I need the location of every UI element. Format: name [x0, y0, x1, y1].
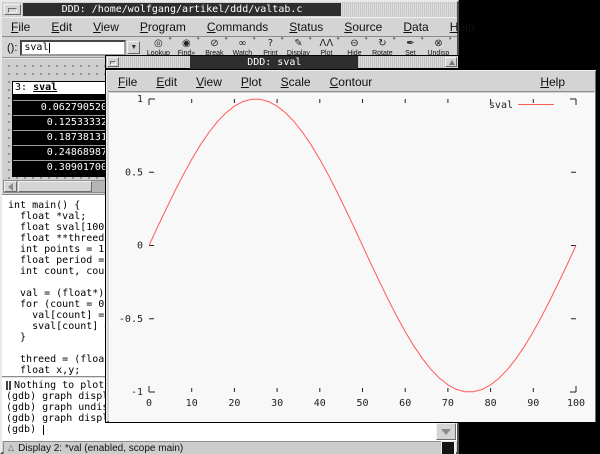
menu-item-source[interactable]: Source	[344, 20, 382, 34]
display-3-sval[interactable]: 3: sval 0.06279052050.1253333230.1873813…	[12, 81, 116, 177]
menu-item-plot[interactable]: Plot	[241, 75, 262, 89]
sine-plot: 0 10 20 30 40 50 60 70 80 90 100 -1 -0.5 0 0.5 1 sval	[109, 93, 595, 422]
menu-item-data[interactable]: Data	[403, 20, 428, 34]
titlebar-fill	[359, 57, 444, 67]
plot-window-menu-button[interactable]	[107, 57, 119, 67]
display-value-row: 0.0627905205	[13, 101, 115, 116]
maximize-button[interactable]	[445, 57, 457, 67]
plot-window-body: FileEditViewPlotScaleContourHelp 0102030…	[105, 69, 597, 423]
menu-item-commands[interactable]: Commands	[207, 20, 268, 34]
find-icon: ◉	[182, 38, 191, 50]
display-icon: ✎	[294, 38, 302, 50]
argument-label: ():	[7, 42, 17, 54]
menu-item-edit[interactable]: Edit	[156, 75, 177, 89]
menu-item-view[interactable]: View	[196, 75, 222, 89]
tick-label: 0	[146, 398, 152, 409]
display-name: sval	[33, 82, 57, 93]
plot-menubar: File Edit View Plot Scale Contour Help	[108, 72, 594, 92]
plot-titlebar[interactable]: DDD: sval	[105, 55, 459, 69]
menu-item-help[interactable]: Help	[450, 20, 475, 34]
window-menu-button[interactable]	[4, 4, 21, 15]
titlebar-fill	[343, 3, 455, 16]
status-text: Display 2: *val (enabled, scope main)	[18, 443, 183, 454]
menu-item-contour[interactable]: Contour	[330, 75, 373, 89]
warning-marker-icon	[6, 381, 11, 390]
legend-label: sval	[489, 100, 513, 111]
plot-window-title: DDD: sval	[190, 56, 358, 69]
tick-label: 70	[442, 398, 454, 409]
tick-label: 10	[186, 398, 198, 409]
main-menubar: File Edit View Program Commands Status Source D…	[2, 17, 457, 37]
tick-label: 0	[137, 241, 143, 252]
argument-field[interactable]: sval	[20, 40, 126, 56]
titlebar-fill	[120, 57, 189, 67]
console-line: (gdb)	[6, 424, 457, 435]
menu-item-scale[interactable]: Scale	[281, 75, 311, 89]
menu-item-status[interactable]: Status	[289, 20, 323, 34]
display-value-row: 0.248689875	[13, 146, 115, 161]
tick-label: 20	[228, 398, 240, 409]
hide-icon: ⊖	[350, 38, 358, 50]
text-caret	[49, 43, 50, 53]
print-icon: ?	[268, 38, 273, 50]
menu-item-file[interactable]: File	[11, 20, 30, 34]
display-header[interactable]: 3: sval	[13, 82, 115, 95]
display-id: 3:	[15, 82, 27, 93]
argument-value: sval	[24, 42, 48, 53]
horizontal-scroll-thumb[interactable]	[18, 181, 92, 192]
main-window-title: DDD: /home/wolfgang/artikel/ddd/valtab.c	[23, 3, 341, 16]
watch-icon: ∞	[238, 38, 246, 50]
plot-window: DDD: sval File Edit View Plot Scale Contour He…	[105, 55, 597, 423]
menu-item-program[interactable]: Program	[140, 20, 186, 34]
set-icon: ✒	[406, 38, 414, 50]
tick-label: 1	[137, 94, 143, 105]
tick-label: 80	[485, 398, 497, 409]
argument-dropdown-button[interactable]: ▼	[127, 41, 140, 54]
plot-icon: ΛΛ	[320, 38, 334, 50]
undisp-icon: ⊗	[434, 38, 442, 50]
tick-label: 40	[314, 398, 326, 409]
console-caret	[43, 425, 44, 435]
plot-canvas[interactable]: 0 10 20 30 40 50 60 70 80 90 100 -1 -0.5 0 0.5 1 sval	[109, 93, 595, 422]
display-value-row: 0.187381312	[13, 131, 115, 146]
series-sval	[149, 99, 576, 391]
menu-item-help[interactable]: Help	[540, 75, 565, 89]
tick-label: -1	[131, 387, 143, 398]
scroll-down-button[interactable]	[436, 423, 456, 440]
menu-item-view[interactable]: View	[93, 20, 119, 34]
tick-label: 0.5	[125, 167, 143, 178]
status-triangle-icon: △	[8, 443, 14, 453]
tick-label: 100	[567, 398, 585, 409]
display-value-row: 0.309017003	[13, 161, 115, 176]
tick-label: -0.5	[119, 314, 143, 325]
display-value-row: 0.125333323	[13, 116, 115, 131]
menu-item-edit[interactable]: Edit	[51, 20, 72, 34]
lookup-icon: ◎	[154, 38, 163, 50]
scroll-left-icon[interactable]	[4, 181, 17, 192]
break-icon: ⊘	[210, 38, 218, 50]
rotate-icon: ↻	[378, 38, 386, 50]
tick-label: 90	[527, 398, 539, 409]
main-titlebar[interactable]: DDD: /home/wolfgang/artikel/ddd/valtab.c	[2, 2, 457, 17]
tick-label: 50	[356, 398, 368, 409]
scroll-down-icon	[441, 429, 451, 435]
tick-label: 60	[399, 398, 411, 409]
status-bar: △ Display 2: *val (enabled, scope main)	[3, 441, 456, 454]
tick-label: 30	[271, 398, 283, 409]
menu-item-file[interactable]: File	[118, 75, 137, 89]
resize-grip[interactable]	[441, 441, 455, 454]
